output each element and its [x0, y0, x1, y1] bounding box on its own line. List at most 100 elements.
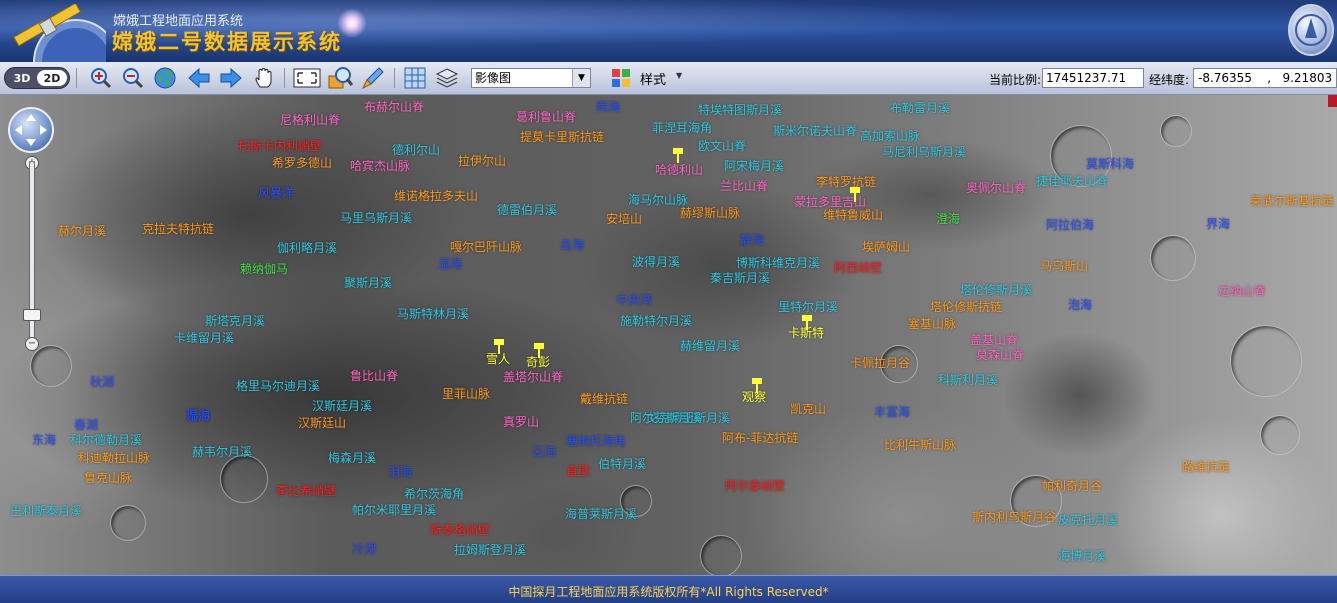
landing-site-pin-icon[interactable] [671, 146, 685, 164]
map-feature-label[interactable]: 路维抗链 [1182, 460, 1230, 474]
map-feature-label[interactable]: 莫森山脊 [976, 348, 1024, 362]
map-feature-label[interactable]: 斯泰格峭壁 [430, 523, 490, 537]
map-feature-label[interactable]: 阿拉伯海 [1046, 218, 1094, 232]
map-feature-label[interactable]: 捷佳耶夫山脊 [1036, 174, 1108, 188]
map-feature-label[interactable]: 界海 [1206, 217, 1230, 231]
map-feature-label[interactable]: 里菲山脉 [442, 387, 490, 401]
map-feature-label[interactable]: 塔伦修斯月溪 [960, 283, 1032, 297]
forward-arrow-icon[interactable] [218, 66, 244, 90]
map-feature-label[interactable]: 聚斯月溪 [344, 276, 392, 290]
map-feature-label[interactable]: 阿尔芬斯月溪 [630, 411, 702, 425]
fullscreen-icon[interactable] [292, 66, 322, 90]
map-feature-label[interactable]: 赫缪斯山脉 [680, 206, 740, 220]
map-feature-label[interactable]: 卡佩拉月谷 [850, 356, 910, 370]
map-feature-label[interactable]: 伽利略月溪 [277, 241, 337, 255]
landing-site-pin-icon[interactable] [800, 313, 814, 331]
map-feature-label[interactable]: 博斯科维克月溪 [736, 256, 820, 270]
back-arrow-icon[interactable] [186, 66, 212, 90]
moon-map-view[interactable]: 布赫尔山脊 尼格利山脊 葛利鲁山脊 雨海 特埃特图斯月溪 斯米尔诺夫山脊 布勒雷… [0, 95, 1337, 575]
map-feature-label[interactable]: 比利牛斯山脉 [884, 438, 956, 452]
map-feature-label[interactable]: 鲁比山脊 [350, 369, 398, 383]
map-feature-label[interactable]: 尼格利山脊 [280, 113, 340, 127]
layers-icon[interactable] [434, 66, 460, 90]
map-feature-label[interactable]: 赫韦尔月溪 [192, 445, 252, 459]
map-feature-label[interactable]: 静海 [740, 233, 764, 247]
map-feature-label[interactable]: 科迪勒拉山脉 [78, 451, 150, 465]
map-feature-label[interactable]: 克拉夫特抗链 [142, 222, 214, 236]
pan-hand-icon[interactable] [252, 66, 278, 90]
map-feature-label[interactable]: 秦吉斯月溪 [710, 271, 770, 285]
map-feature-label[interactable]: 李比希峭壁 [276, 484, 336, 498]
map-feature-label[interactable]: 赫尔月溪 [58, 224, 106, 238]
magnify-layer-icon[interactable] [326, 66, 354, 90]
map-feature-label[interactable]: 哈宾杰山脉 [350, 159, 410, 173]
landing-site-pin-icon[interactable] [532, 341, 546, 359]
map-feature-label[interactable]: 希尔茨海角 [404, 487, 464, 501]
map-feature-label[interactable]: 维特鲁威山 [823, 208, 883, 222]
map-feature-label[interactable]: 科斯利月溪 [938, 373, 998, 387]
map-feature-label[interactable]: 马乌斯山 [1040, 259, 1088, 273]
map-feature-label[interactable]: 斯米尔诺夫山脊 [773, 124, 857, 138]
map-feature-label[interactable]: 阿布-菲达抗链 [722, 431, 798, 445]
map-feature-label[interactable]: 海普莱斯月溪 [565, 507, 637, 521]
zoom-out-button[interactable]: − [25, 337, 39, 351]
map-feature-label[interactable]: 伯特月溪 [598, 457, 646, 471]
map-feature-label[interactable]: 帕利奇月谷 [1042, 479, 1102, 493]
chevron-down-icon[interactable]: ▼ [572, 69, 590, 87]
style-icon[interactable] [608, 66, 634, 90]
map-feature-label[interactable]: 埃萨姆山 [862, 240, 910, 254]
grid-icon[interactable] [402, 66, 428, 90]
map-feature-label[interactable]: 盖塔尔山脊 [503, 370, 563, 384]
map-feature-label[interactable]: 马斯特林月溪 [397, 307, 469, 321]
map-feature-label[interactable]: 帕尔米耶里月溪 [352, 503, 436, 517]
map-feature-label[interactable]: 德利尔山 [392, 143, 440, 157]
map-feature-label[interactable]: 高加索山脉 [860, 129, 920, 143]
map-feature-label[interactable]: 冷湖 [352, 542, 376, 556]
map-feature-label[interactable]: 布勒雷月溪 [890, 101, 950, 115]
map-feature-label[interactable]: 雨海 [596, 100, 620, 114]
map-feature-label[interactable]: 斯内利乌斯月谷 [972, 510, 1056, 524]
map-feature-label[interactable]: 真罗山 [503, 415, 539, 429]
map-feature-label[interactable]: 特埃特图斯月溪 [698, 103, 782, 117]
style-dropdown-icon[interactable]: ▼ [676, 71, 682, 80]
map-feature-label[interactable]: 波得月溪 [632, 255, 680, 269]
map-feature-label[interactable]: 维诺格拉多夫山 [394, 189, 478, 203]
map-feature-label[interactable]: 汉斯廷月溪 [312, 399, 372, 413]
map-feature-label[interactable]: 秋湖 [90, 375, 114, 389]
view-mode-toggle[interactable]: 3D 2D [4, 67, 70, 89]
map-feature-label[interactable]: 哈德利山 [655, 163, 703, 177]
zoom-slider-thumb[interactable] [23, 309, 41, 321]
map-feature-label[interactable]: 奥佩尔山脊 [966, 181, 1026, 195]
map-feature-label[interactable]: 塞纳托海角 [566, 434, 626, 448]
style-menu-label[interactable]: 样式 [640, 69, 666, 88]
map-feature-label[interactable]: 德雷伯月溪 [497, 203, 557, 217]
map-feature-label[interactable]: 泡海 [1068, 298, 1092, 312]
map-feature-label[interactable]: 塞基山脉 [908, 317, 956, 331]
map-feature-label[interactable]: 海博月溪 [1058, 549, 1106, 563]
map-feature-label[interactable]: 欧文山脊 [698, 139, 746, 153]
map-feature-label[interactable]: 赫维留月溪 [680, 339, 740, 353]
map-feature-label[interactable]: 湿海 [438, 257, 462, 271]
map-feature-label[interactable]: 兰比山脊 [720, 179, 768, 193]
map-feature-label[interactable]: 菲涅耳海角 [652, 121, 712, 135]
map-feature-label[interactable]: 泪海 [388, 465, 412, 479]
zoom-out-icon[interactable] [120, 66, 146, 90]
map-feature-label[interactable]: 托斯卡内利峭壁 [238, 139, 322, 153]
map-feature-label[interactable]: 拉伊尔山 [458, 154, 506, 168]
map-feature-label[interactable]: 直壁 [566, 464, 590, 478]
map-feature-label[interactable]: 卡维留月溪 [174, 331, 234, 345]
map-feature-label[interactable]: 岛海 [560, 238, 584, 252]
landing-site-pin-icon[interactable] [848, 185, 862, 203]
map-feature-label[interactable]: 中央湾 [616, 293, 652, 307]
map-feature-label[interactable]: 海马尔山脉 [628, 193, 688, 207]
map-feature-label[interactable]: 赖纳伽马 [240, 262, 288, 276]
map-feature-label[interactable]: 莫斯科海 [1086, 157, 1134, 171]
landing-site-pin-icon[interactable] [492, 337, 506, 355]
map-feature-label[interactable]: 风暴洋 [258, 186, 294, 200]
landing-site-pin-icon[interactable] [750, 376, 764, 394]
mode-2d-button[interactable]: 2D [37, 70, 67, 86]
map-feature-label[interactable]: 阿西峭壁 [834, 261, 882, 275]
map-feature-label[interactable]: 春湖 [74, 418, 98, 432]
scrollbar-marker[interactable] [1328, 95, 1337, 107]
layer-select[interactable]: 影像图 ▼ [471, 68, 591, 88]
